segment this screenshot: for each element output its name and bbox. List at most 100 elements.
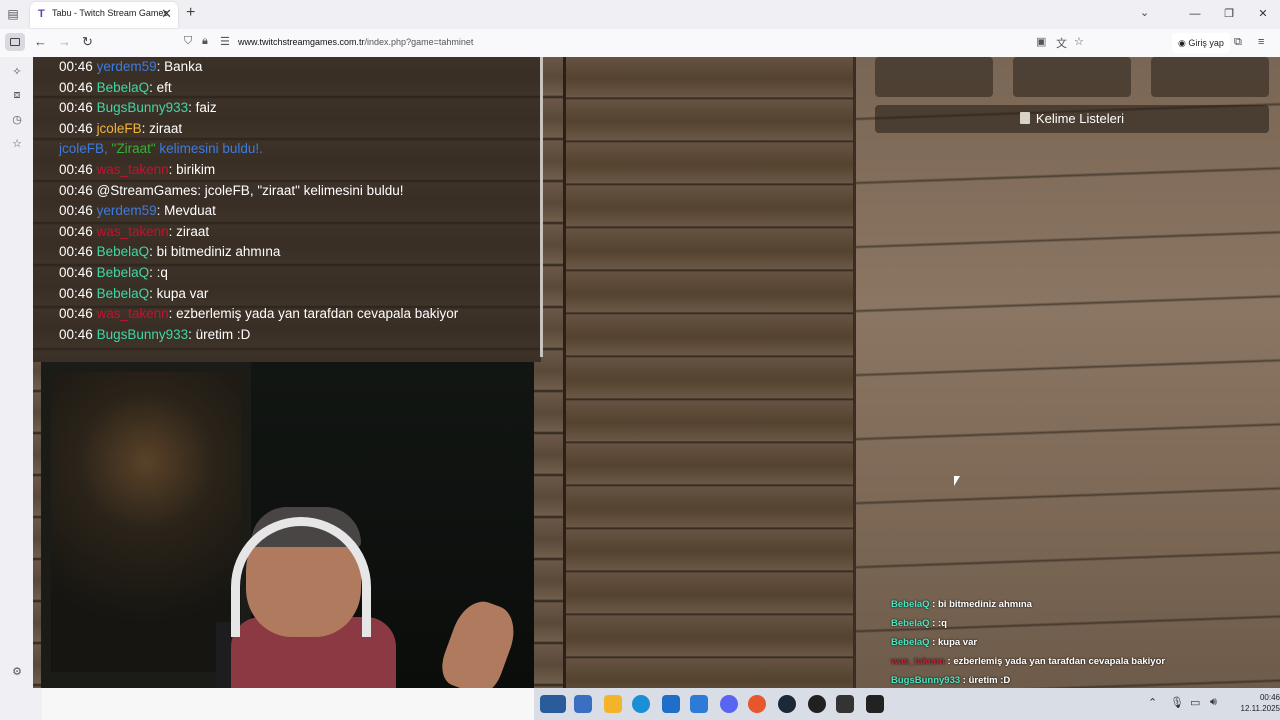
chat-username[interactable]: BebelaQ (97, 244, 150, 259)
stream-chat-overlay: BebelaQ : bi bitmediniz ahmına BebelaQ : … (891, 595, 1271, 688)
overlay-username: BugsBunny933 (891, 675, 961, 686)
overlay-message: : ezberlemiş yada yan tarafdan cevapala … (944, 656, 1166, 667)
chat-username[interactable]: BebelaQ (97, 286, 150, 301)
back-icon[interactable]: ← (34, 34, 47, 50)
mouse-cursor-icon (954, 476, 960, 486)
chat-time: 00:46 (59, 326, 93, 342)
chat-username[interactable]: @StreamGames (97, 183, 198, 198)
microphone-icon[interactable]: 🎙︎ (1170, 696, 1184, 709)
chat-text: : jcoleFB, "ziraat" kelimesini buldu! (197, 182, 404, 198)
chat-text: : ziraat (141, 120, 183, 136)
chat-scrollbar[interactable] (540, 57, 543, 357)
tab-list-icon[interactable]: ▤ (4, 5, 22, 23)
translate-icon[interactable]: 文 (1056, 35, 1067, 51)
url-text[interactable]: www.twitchstreamgames.com.tr/index.php?g… (238, 37, 473, 47)
outlook-icon[interactable] (690, 695, 708, 713)
webcam-hand (435, 594, 523, 688)
chat-username[interactable]: yerdem59 (97, 203, 157, 218)
sidebar-toggle-button[interactable] (5, 33, 25, 51)
new-tab-button[interactable]: + (186, 5, 195, 21)
game-slot-button[interactable] (1151, 57, 1269, 97)
url-bar[interactable]: ⛉ 🔒︎ ☰ www.twitchstreamgames.com.tr/inde… (174, 32, 1094, 54)
chat-time: 00:46 (59, 244, 93, 260)
chat-username[interactable]: was_takenn (97, 162, 169, 177)
shield-icon[interactable]: ⛉ (184, 35, 192, 48)
chat-time: 00:46 (59, 223, 93, 239)
file-explorer-icon[interactable] (604, 695, 622, 713)
edge-icon[interactable] (632, 695, 650, 713)
tab-active[interactable]: T Tabu - Twitch Stream Games ✕ (30, 2, 178, 28)
reload-icon[interactable]: ↻ (82, 34, 93, 50)
chat-time: 00:46 (59, 306, 93, 322)
chat-username[interactable]: was_takenn (97, 224, 169, 239)
game-slot-button[interactable] (875, 57, 993, 97)
webcam-tapestry (51, 372, 241, 672)
account-icon: ◉ (1178, 38, 1189, 48)
system-message: kelimesini buldu!. (155, 141, 263, 157)
minimize-icon[interactable]: — (1178, 0, 1212, 29)
network-icon[interactable]: ▭ (1190, 696, 1200, 709)
store-icon[interactable] (662, 695, 680, 713)
overlay-message: : üretim :D (960, 675, 1011, 686)
bookmark-star-icon[interactable]: ☆ (1074, 35, 1084, 48)
taskbar-clock[interactable]: 00:46 12.11.2025 (1224, 692, 1280, 714)
plank-seam (853, 57, 856, 688)
game-slot-button[interactable] (1013, 57, 1131, 97)
close-window-icon[interactable]: ✕ (1246, 0, 1280, 29)
clipboard-icon (1019, 112, 1030, 124)
clock-date: 12.11.2025 (1240, 704, 1280, 713)
volume-icon[interactable]: 🔊︎ (1210, 696, 1217, 709)
chat-text: : faiz (188, 100, 217, 116)
forward-icon[interactable]: → (58, 34, 71, 50)
taskbar-app-icon[interactable] (540, 695, 566, 713)
chat-username[interactable]: BugsBunny933 (97, 100, 189, 115)
chat-message: jcoleFB, "Ziraat" kelimesini buldu!. (59, 139, 539, 160)
system-quoted-word: "Ziraat" (111, 141, 156, 157)
lock-icon[interactable]: 🔒︎ (202, 35, 208, 48)
chat-text: : birikim (168, 161, 216, 177)
chevron-up-icon[interactable]: ⌃ (1148, 696, 1157, 709)
chat-text: : kupa var (149, 285, 209, 301)
settings-gear-icon[interactable]: ⚙ (10, 665, 24, 678)
taskbar-app-icon[interactable] (574, 695, 592, 713)
steam-icon[interactable] (778, 695, 796, 713)
restore-icon[interactable]: ❐ (1212, 0, 1246, 29)
sidebar-icon (10, 38, 20, 46)
ai-chat-icon[interactable]: ✧ (10, 65, 24, 78)
overlay-message: : kupa var (929, 637, 978, 648)
chat-username[interactable]: BebelaQ (97, 265, 150, 280)
permissions-icon[interactable]: ☰ (220, 35, 230, 48)
chat-username[interactable]: jcoleFB (97, 121, 142, 136)
chat-message: 00:46 BebelaQ: kupa var (59, 284, 539, 305)
browser-sidebar: ✧ ⧈ ◷ ☆ ⚙ (0, 57, 33, 720)
chat-username[interactable]: BugsBunny933 (97, 327, 189, 342)
tab-bar: ▤ T Tabu - Twitch Stream Games ✕ + ⌄ — ❐… (0, 0, 1280, 29)
chevron-down-icon[interactable]: ⌄ (1140, 6, 1149, 19)
overlay-chat-line: was_takenn : ezberlemiş yada yan tarafda… (891, 652, 1271, 671)
chat-username[interactable]: was_takenn (97, 306, 169, 321)
word-lists-button[interactable]: Kelime Listeleri (875, 105, 1269, 133)
discord-icon[interactable] (720, 695, 738, 713)
firefox-icon[interactable] (748, 695, 766, 713)
close-tab-icon[interactable]: ✕ (161, 6, 172, 22)
history-icon[interactable]: ◷ (10, 113, 24, 126)
obs-icon[interactable] (808, 695, 826, 713)
reader-view-icon[interactable]: ▣ (1036, 35, 1046, 48)
chat-username[interactable]: BebelaQ (97, 80, 150, 95)
system-user: jcoleFB, (59, 141, 112, 157)
menu-icon[interactable]: ≡ (1258, 34, 1264, 50)
chat-panel: 00:46 yerdem59: Banka 00:46 BebelaQ: eft 0… (33, 57, 543, 362)
epic-games-icon[interactable] (836, 695, 854, 713)
window-controls: — ❐ ✕ (1178, 0, 1280, 29)
chat-message: 00:46 @StreamGames: jcoleFB, "ziraat" ke… (59, 181, 539, 202)
chat-message: 00:46 jcoleFB: ziraat (59, 119, 539, 140)
chat-username[interactable]: yerdem59 (97, 59, 157, 74)
chat-message: 00:46 BebelaQ: :q (59, 263, 539, 284)
overlay-message: : bi bitmediniz ahmına (929, 599, 1032, 610)
extensions-icon[interactable]: ⧉ (1234, 34, 1242, 50)
bookmarks-icon[interactable]: ☆ (10, 137, 24, 150)
synced-tabs-icon[interactable]: ⧈ (10, 89, 24, 102)
app-icon[interactable] (866, 695, 884, 713)
signin-button[interactable]: ◉ Giriş yap (1172, 33, 1230, 53)
url-path: /index.php?game=tahminet (364, 37, 474, 47)
